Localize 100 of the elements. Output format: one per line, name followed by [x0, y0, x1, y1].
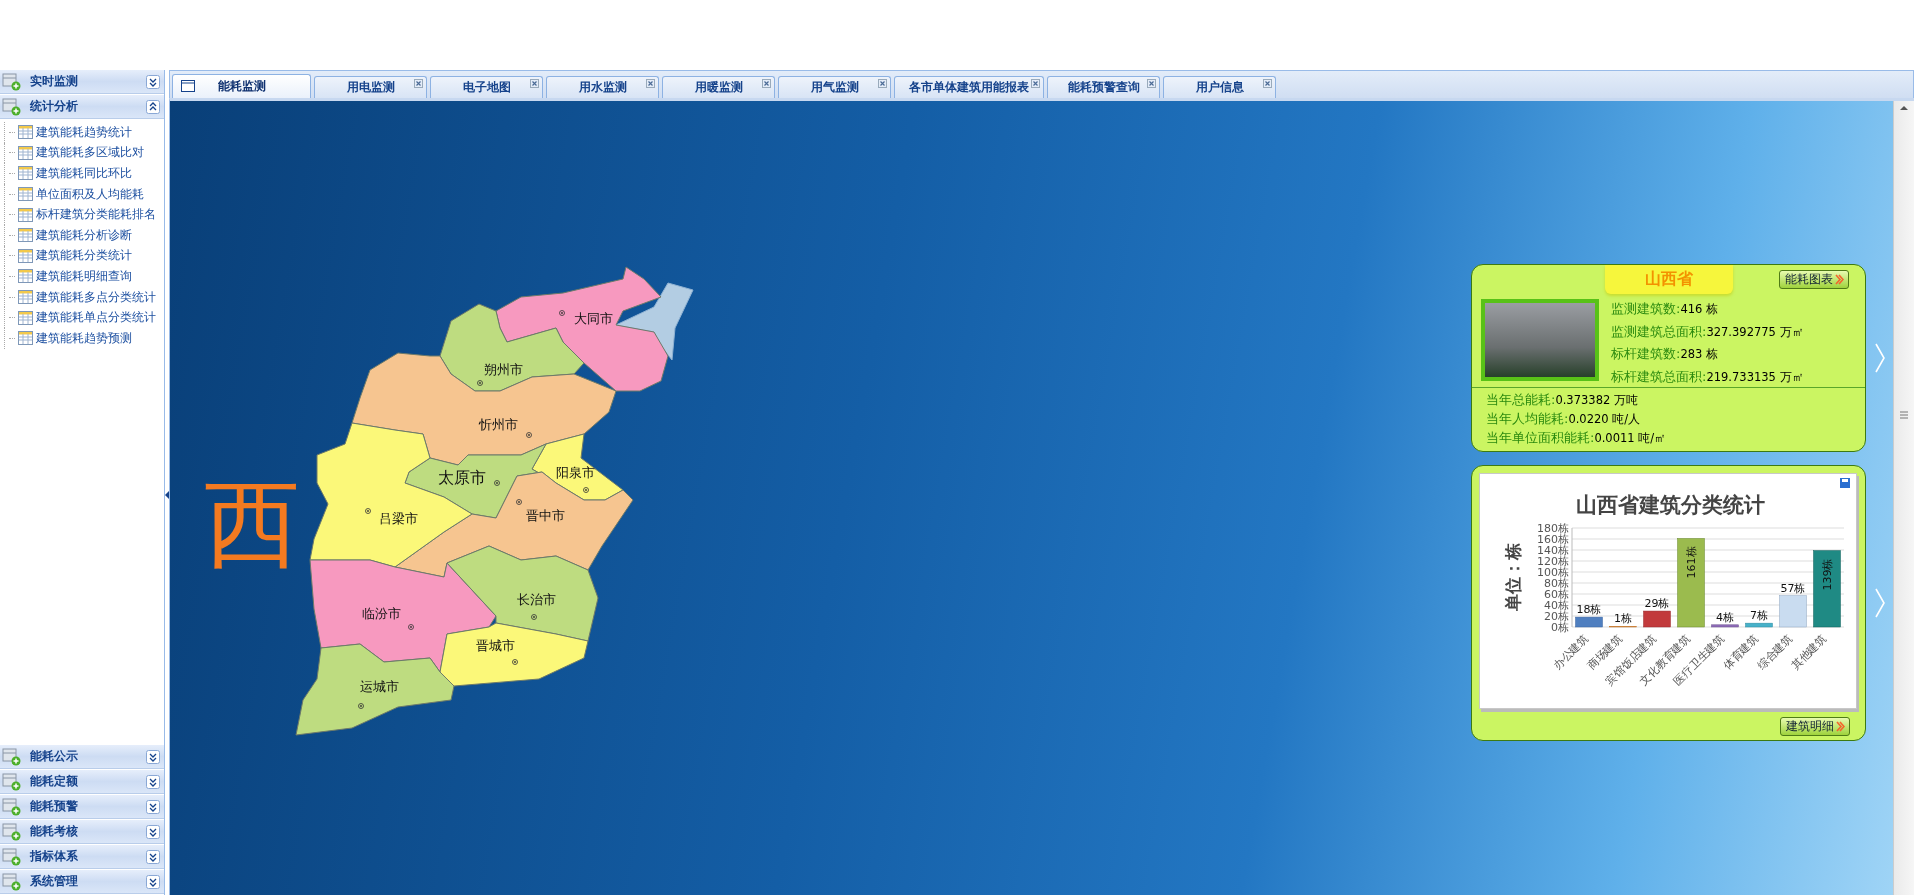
sidebar-item[interactable]: 建筑能耗分类统计	[4, 245, 164, 267]
city-label: 朔州市	[483, 362, 523, 377]
tab[interactable]: 用暖监测	[662, 76, 775, 98]
city-label: 临汾市	[361, 606, 401, 621]
sidebar-item[interactable]: 建筑能耗趋势预测	[4, 327, 164, 349]
expand-chevron-icon[interactable]	[146, 849, 160, 864]
tab[interactable]: 各市单体建筑用能报表	[894, 76, 1044, 98]
sidebar-section-header[interactable]: 指标体系	[0, 845, 164, 869]
stat-line: 标杆建筑总面积:219.733135 万㎡	[1611, 367, 1804, 386]
module-plus-icon	[2, 822, 22, 841]
module-plus-icon	[2, 797, 22, 816]
tab[interactable]: 电子地图	[430, 76, 543, 98]
city-label: 大同市	[573, 311, 613, 326]
expand-chevron-icon[interactable]	[146, 774, 160, 789]
tab[interactable]: 能耗预警查询	[1047, 76, 1160, 98]
y-tick-label: 80栋	[1544, 577, 1569, 590]
sidebar-section-header[interactable]: 系统管理	[0, 870, 164, 894]
expand-chevron-icon[interactable]	[146, 824, 160, 839]
tab[interactable]: 能耗监测	[172, 74, 311, 98]
close-icon[interactable]	[414, 79, 423, 88]
city-label: 吕梁市	[378, 511, 418, 526]
y-tick-label: 60栋	[1544, 588, 1569, 601]
chart-title: 山西省建筑分类统计	[1575, 493, 1765, 517]
section-title: 能耗定额	[30, 773, 79, 790]
scroll-grip-icon[interactable]	[1900, 411, 1908, 419]
section-title: 能耗公示	[30, 748, 79, 765]
city-marker-icon	[477, 380, 483, 386]
close-icon[interactable]	[878, 79, 887, 88]
y-tick-label: 140栋	[1537, 544, 1569, 557]
city-marker-icon	[365, 508, 371, 514]
city-label: 太原市	[438, 468, 486, 487]
tab[interactable]: 用电监测	[314, 76, 427, 98]
bar	[1711, 624, 1739, 628]
y-tick-label: 160栋	[1537, 533, 1569, 546]
sidebar-item[interactable]: 建筑能耗趋势统计	[4, 122, 164, 143]
table-icon	[18, 248, 33, 263]
module-plus-icon	[2, 72, 22, 91]
y-tick-label: 120栋	[1537, 555, 1569, 568]
scroll-up-icon[interactable]	[1899, 105, 1909, 111]
city-label: 晋城市	[475, 638, 515, 653]
value-label: 29栋	[1644, 597, 1670, 611]
building-detail-button[interactable]: 建筑明细	[1780, 717, 1850, 736]
tab[interactable]: 用气监测	[778, 76, 891, 98]
value-label: 4栋	[1716, 610, 1734, 624]
close-icon[interactable]	[1147, 79, 1156, 88]
stat-line: 标杆建筑数:283 栋	[1611, 345, 1719, 363]
sidebar-item[interactable]: 建筑能耗多区域比对	[4, 142, 164, 164]
energy-chart-button[interactable]: 能耗图表	[1779, 270, 1849, 289]
tab[interactable]: 用户信息	[1163, 76, 1276, 98]
close-icon[interactable]	[1031, 79, 1040, 88]
sidebar-section-header[interactable]: 实时监测	[0, 70, 164, 94]
close-icon[interactable]	[762, 79, 771, 88]
close-icon[interactable]	[646, 79, 655, 88]
city-region[interactable]	[351, 352, 617, 466]
sidebar-item[interactable]: 建筑能耗分析诊断	[4, 224, 164, 246]
table-icon	[18, 145, 33, 160]
city-label: 长治市	[516, 592, 556, 607]
sidebar-item[interactable]: 建筑能耗同比环比	[4, 163, 164, 184]
sidebar-section-header[interactable]: 能耗考核	[0, 820, 164, 844]
expand-chevron-icon[interactable]	[146, 749, 160, 764]
table-icon	[18, 207, 33, 222]
expand-chevron-icon[interactable]	[146, 874, 160, 889]
city-region[interactable]	[439, 622, 589, 687]
sidebar-item[interactable]: 单位面积及人均能耗	[4, 183, 164, 205]
scrollbar[interactable]	[1893, 101, 1914, 895]
sidebar-section-header[interactable]: 能耗预警	[0, 795, 164, 819]
sidebar-section-header[interactable]: 统计分析	[0, 95, 164, 119]
city-marker-icon	[516, 499, 522, 505]
sidebar-item[interactable]: 建筑能耗明细查询	[4, 266, 164, 287]
section-title: 指标体系	[30, 848, 79, 865]
sidebar-section-header[interactable]: 能耗公示	[0, 745, 164, 769]
module-plus-icon	[2, 872, 22, 891]
y-axis-title: 单位：栋	[1503, 543, 1523, 611]
city-region[interactable]	[295, 643, 455, 736]
sidebar-item[interactable]: 标杆建筑分类能耗排名	[4, 204, 164, 225]
close-icon[interactable]	[1263, 79, 1272, 88]
city-region[interactable]	[439, 303, 585, 392]
collapse-chevron-icon[interactable]	[146, 99, 160, 114]
close-icon[interactable]	[530, 79, 539, 88]
sidebar-item[interactable]: 建筑能耗单点分类统计	[4, 307, 164, 328]
city-region[interactable]	[495, 266, 669, 392]
module-plus-icon	[2, 772, 22, 791]
stat-line: 当年单位面积能耗:0.0011 吨/㎡	[1486, 429, 1668, 447]
y-tick-label: 40栋	[1544, 599, 1569, 612]
expand-chevron-icon[interactable]	[146, 74, 160, 89]
table-icon	[18, 269, 33, 284]
expand-chevron-icon[interactable]	[146, 799, 160, 814]
stat-line: 当年总能耗:0.373382 万吨	[1486, 391, 1639, 409]
tab[interactable]: 用水监测	[546, 76, 659, 98]
table-icon	[18, 166, 33, 181]
province-name-fragment: 西	[204, 476, 300, 572]
y-tick-label: 20栋	[1544, 610, 1569, 623]
city-marker-icon	[583, 487, 589, 493]
sidebar-item[interactable]: 建筑能耗多点分类统计	[4, 286, 164, 308]
table-icon	[18, 290, 33, 305]
table-icon	[18, 125, 33, 140]
sidebar-section-header[interactable]: 能耗定额	[0, 770, 164, 794]
city-marker-icon	[512, 659, 518, 665]
save-icon[interactable]	[1840, 478, 1850, 488]
y-tick-label: 180栋	[1537, 522, 1569, 535]
